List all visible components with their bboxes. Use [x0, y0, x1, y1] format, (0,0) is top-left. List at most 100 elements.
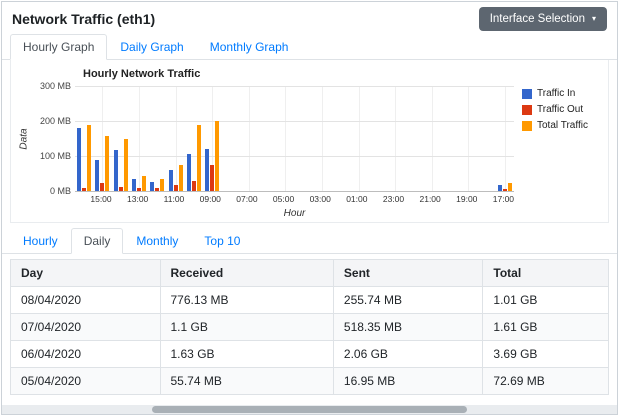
- bar-group: [166, 86, 184, 191]
- x-tick-label: [112, 194, 127, 205]
- table-cell: 255.74 MB: [333, 287, 483, 314]
- x-tick-label: 07:00: [236, 194, 257, 205]
- horizontal-scrollbar[interactable]: [2, 405, 617, 414]
- x-tick-label: 11:00: [164, 194, 185, 205]
- tab-daily[interactable]: Daily: [71, 228, 124, 254]
- col-header-total: Total: [483, 260, 609, 287]
- x-tick-label: [221, 194, 236, 205]
- tab-hourly-graph[interactable]: Hourly Graph: [10, 34, 107, 60]
- x-tick-label: [441, 194, 456, 205]
- bar-traffic-in: [114, 150, 118, 191]
- bar-groups: [75, 86, 514, 191]
- bar-total-traffic: [215, 121, 219, 191]
- bar-traffic-out: [174, 185, 178, 191]
- table-row: 07/04/20201.1 GB518.35 MB1.61 GB: [11, 314, 609, 341]
- table-cell: 2.06 GB: [333, 341, 483, 368]
- interface-selection-label: Interface Selection: [490, 13, 585, 25]
- bar-group: [441, 86, 459, 191]
- x-tick-label: 03:00: [310, 194, 331, 205]
- y-axis-title: Data: [19, 128, 30, 149]
- bar-group: [313, 86, 331, 191]
- bar-total-traffic: [197, 125, 201, 192]
- bar-traffic-out: [503, 189, 507, 191]
- x-tick-label: [294, 194, 309, 205]
- network-traffic-app: Network Traffic (eth1) Interface Selecti…: [1, 1, 618, 415]
- legend-item-traffic-in: Traffic In: [522, 88, 602, 99]
- tab-monthly-graph[interactable]: Monthly Graph: [197, 34, 302, 60]
- gridline-vertical: [432, 86, 433, 191]
- table-cell: 3.69 GB: [483, 341, 609, 368]
- graph-tabs: Hourly Graph Daily Graph Monthly Graph: [2, 34, 617, 60]
- table-cell: 518.35 MB: [333, 314, 483, 341]
- bar-total-traffic: [124, 139, 128, 191]
- bar-traffic-out: [192, 181, 196, 192]
- bar-traffic-in: [205, 149, 209, 191]
- bar-group: [203, 86, 221, 191]
- y-tick-label: 300 MB: [40, 81, 71, 91]
- x-tick-label: 21:00: [419, 194, 440, 205]
- table-header-row: Day Received Sent Total: [11, 260, 609, 287]
- chart-legend: Traffic In Traffic Out Total Traffic: [514, 86, 602, 136]
- gridline-vertical: [102, 86, 103, 191]
- table-cell: 05/04/2020: [11, 368, 161, 395]
- bar-group: [276, 86, 294, 191]
- bar-group: [93, 86, 111, 191]
- legend-swatch: [522, 121, 532, 131]
- y-tick-label: 0 MB: [50, 186, 71, 196]
- gridline: [75, 86, 514, 87]
- table-cell: 1.1 GB: [160, 314, 333, 341]
- bar-traffic-in: [187, 154, 191, 191]
- y-tick-label: 100 MB: [40, 151, 71, 161]
- interface-selection-button[interactable]: Interface Selection ▾: [479, 7, 607, 31]
- bar-group: [496, 86, 514, 191]
- bar-traffic-out: [155, 188, 159, 191]
- bar-traffic-in: [150, 182, 154, 191]
- bar-traffic-in: [132, 179, 136, 191]
- table-row: 05/04/202055.74 MB16.95 MB72.69 MB: [11, 368, 609, 395]
- legend-item-traffic-out: Traffic Out: [522, 104, 602, 115]
- daily-traffic-table-wrap: Day Received Sent Total 08/04/2020776.13…: [10, 259, 609, 395]
- tab-hourly[interactable]: Hourly: [10, 228, 71, 254]
- bar-traffic-in: [498, 185, 502, 191]
- x-tick-label: [477, 194, 492, 205]
- gridline-vertical: [176, 86, 177, 191]
- bar-group: [478, 86, 496, 191]
- scrollbar-thumb[interactable]: [152, 406, 467, 413]
- gridline-vertical: [285, 86, 286, 191]
- bar-group: [404, 86, 422, 191]
- y-axis-ticks: 300 MB200 MB100 MB0 MB: [31, 86, 75, 191]
- x-tick-label: 09:00: [200, 194, 221, 205]
- tab-top-10[interactable]: Top 10: [191, 228, 253, 254]
- bar-group: [130, 86, 148, 191]
- bar-traffic-in: [95, 160, 99, 191]
- gridline: [75, 191, 514, 192]
- x-tick-label: 01:00: [346, 194, 367, 205]
- bar-group: [75, 86, 93, 191]
- x-tick-label: [258, 194, 273, 205]
- page-title: Network Traffic (eth1): [12, 11, 155, 27]
- bar-group: [258, 86, 276, 191]
- table-cell: 1.63 GB: [160, 341, 333, 368]
- x-tick-label: 13:00: [127, 194, 148, 205]
- gridline-vertical: [505, 86, 506, 191]
- x-tick-label: [148, 194, 163, 205]
- bar-traffic-out: [119, 187, 123, 191]
- tab-monthly[interactable]: Monthly: [123, 228, 191, 254]
- gridline-vertical: [139, 86, 140, 191]
- bar-group: [221, 86, 239, 191]
- bar-traffic-out: [210, 165, 214, 191]
- gridline-vertical: [395, 86, 396, 191]
- x-axis-title: Hour: [75, 208, 514, 219]
- x-tick-label: [331, 194, 346, 205]
- tab-daily-graph[interactable]: Daily Graph: [107, 34, 196, 60]
- x-tick-label: [404, 194, 419, 205]
- table-cell: 72.69 MB: [483, 368, 609, 395]
- table-cell: 55.74 MB: [160, 368, 333, 395]
- x-tick-label: 05:00: [273, 194, 294, 205]
- gridline: [75, 156, 514, 157]
- x-tick-label: 19:00: [456, 194, 477, 205]
- x-tick-label: [75, 194, 90, 205]
- x-tick-label: 17:00: [493, 194, 514, 205]
- bar-group: [240, 86, 258, 191]
- bar-group: [423, 86, 441, 191]
